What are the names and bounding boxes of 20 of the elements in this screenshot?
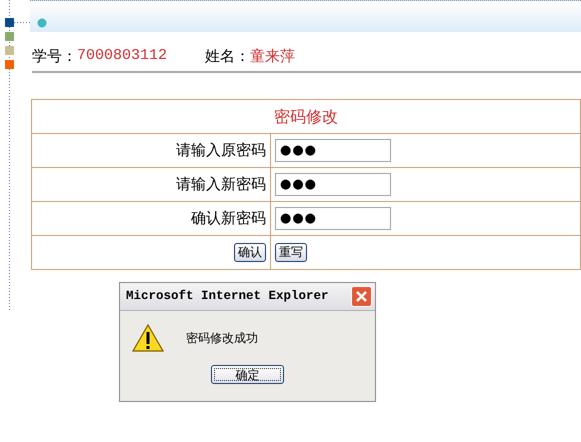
field-label: 确认新密码 bbox=[191, 209, 266, 228]
ok-button[interactable]: 确定 bbox=[211, 365, 284, 384]
id-label: 学号： bbox=[32, 46, 77, 68]
student-name: 童来萍 bbox=[250, 46, 296, 68]
close-icon bbox=[355, 290, 368, 303]
dialog-message: 密码修改成功 bbox=[186, 330, 258, 347]
close-button[interactable] bbox=[351, 286, 372, 307]
field-label: 请输入新密码 bbox=[176, 175, 266, 194]
student-id: 7000803112 bbox=[77, 46, 168, 66]
warning-icon bbox=[132, 323, 164, 353]
password-field[interactable]: ●●● bbox=[275, 173, 391, 196]
field-label: 请输入原密码 bbox=[176, 141, 266, 160]
dialog-title: Microsoft Internet Explorer bbox=[126, 288, 329, 306]
form-title: 密码修改 bbox=[274, 106, 338, 126]
name-label: 姓名： bbox=[205, 46, 250, 68]
password-field[interactable]: ●●● bbox=[275, 207, 391, 230]
confirm-button[interactable]: 确认 bbox=[234, 243, 266, 262]
password-field[interactable]: ●●● bbox=[275, 139, 391, 162]
dot-icon bbox=[37, 18, 47, 28]
reset-button[interactable]: 重写 bbox=[275, 243, 307, 262]
